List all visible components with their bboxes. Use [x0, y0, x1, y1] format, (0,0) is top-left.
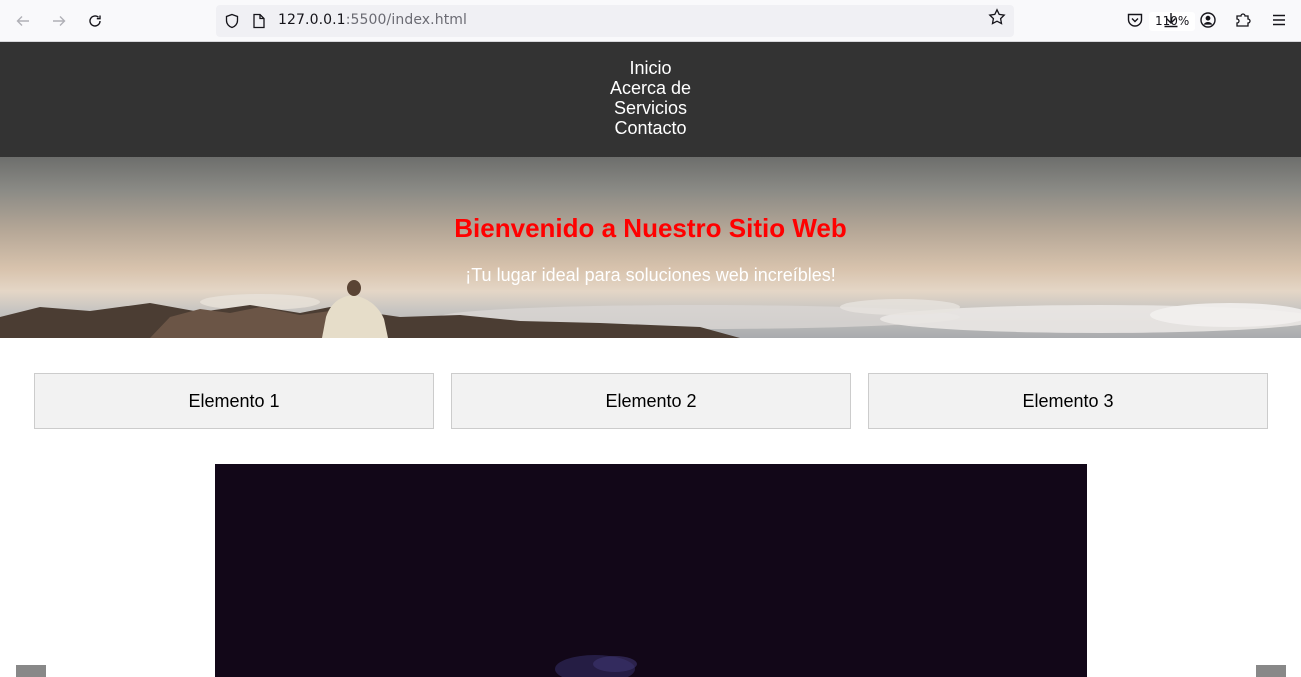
- slider-next-button[interactable]: [1256, 665, 1286, 677]
- arrow-right-icon: [53, 16, 66, 26]
- card-element-3: Elemento 3: [868, 373, 1268, 429]
- hero-background-image: [0, 280, 1301, 338]
- back-button[interactable]: [11, 9, 35, 33]
- slider-prev-button[interactable]: [16, 665, 46, 677]
- site-navigation: Inicio Acerca de Servicios Contacto: [0, 42, 1301, 157]
- hero-banner: Bienvenido a Nuestro Sitio Web ¡Tu lugar…: [0, 157, 1301, 338]
- url-host: 127.0.0.1: [278, 12, 346, 28]
- reload-button[interactable]: [83, 9, 107, 33]
- account-button[interactable]: [1199, 11, 1219, 31]
- extensions-button[interactable]: [1234, 11, 1254, 31]
- forward-button[interactable]: [47, 9, 71, 33]
- card-element-1: Elemento 1: [34, 373, 434, 429]
- nav-item-acerca-de[interactable]: Acerca de: [0, 78, 1301, 98]
- reload-icon: [89, 15, 101, 27]
- url-text[interactable]: 127.0.0.1:5500/index.html: [278, 12, 467, 28]
- nav-item-contacto[interactable]: Contacto: [0, 118, 1301, 138]
- pocket-button[interactable]: [1126, 11, 1146, 31]
- account-icon: [1200, 12, 1216, 28]
- puzzle-icon: [1236, 13, 1251, 27]
- bookmark-star-icon[interactable]: [988, 8, 1006, 26]
- arrow-left-icon: [16, 16, 29, 26]
- pocket-icon: [1127, 13, 1143, 27]
- slider-image: [215, 464, 1087, 677]
- menu-button[interactable]: [1270, 11, 1290, 31]
- downloads-button[interactable]: [1162, 11, 1182, 31]
- download-icon: [1164, 13, 1178, 28]
- slider-picture: [555, 655, 637, 677]
- nav-list: Inicio Acerca de Servicios Contacto: [0, 42, 1301, 138]
- hamburger-menu-icon: [1273, 14, 1285, 26]
- nav-item-inicio[interactable]: Inicio: [0, 58, 1301, 78]
- hero-subtitle: ¡Tu lugar ideal para soluciones web incr…: [465, 265, 836, 285]
- nav-item-servicios[interactable]: Servicios: [0, 98, 1301, 118]
- card-element-2: Elemento 2: [451, 373, 851, 429]
- shield-icon[interactable]: [224, 13, 240, 29]
- url-path: :5500/index.html: [345, 12, 468, 28]
- hero-title: Bienvenido a Nuestro Sitio Web: [454, 213, 847, 243]
- address-bar[interactable]: 127.0.0.1:5500/index.html 110%: [216, 5, 1196, 37]
- browser-toolbar: 127.0.0.1:5500/index.html 110%: [0, 0, 1301, 42]
- page-icon[interactable]: [252, 13, 266, 29]
